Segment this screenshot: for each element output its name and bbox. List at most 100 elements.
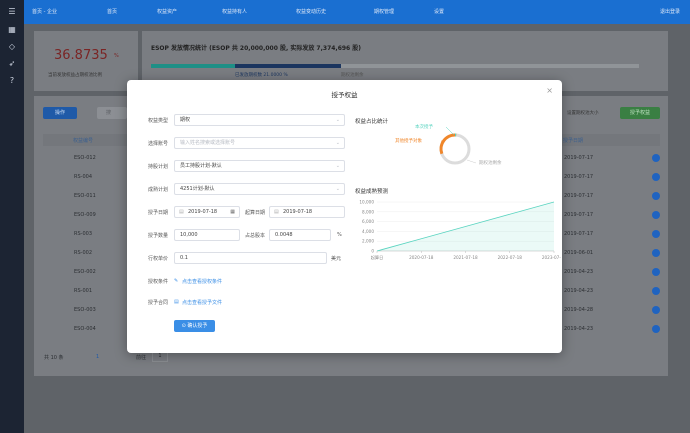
- grant-date-label: 授予日期: [148, 210, 169, 216]
- nav-assets[interactable]: 权益资产: [157, 8, 177, 15]
- row-action-icon[interactable]: [652, 325, 660, 333]
- nav-settings[interactable]: 设置: [434, 8, 444, 15]
- row-code: RS-002: [74, 250, 92, 256]
- row-action-icon[interactable]: [652, 211, 660, 219]
- vest-date-picker[interactable]: ▤ 2019-07-18: [269, 206, 345, 218]
- grant-qty-input[interactable]: 10,000: [174, 229, 240, 241]
- close-icon[interactable]: ×: [546, 86, 553, 95]
- ratio-unit: %: [114, 53, 119, 59]
- y-tick-label: 6,000: [362, 219, 374, 224]
- chevron-down-icon: ⌄: [335, 140, 340, 146]
- row-action-icon[interactable]: [652, 287, 660, 295]
- row-code: RS-004: [74, 174, 92, 180]
- menu-icon[interactable]: ☰: [7, 7, 17, 17]
- percent-input[interactable]: 0.0048: [269, 229, 331, 241]
- pie-slice-other: [439, 133, 457, 155]
- grid-icon[interactable]: ▦: [7, 25, 17, 35]
- help-icon[interactable]: ?: [7, 76, 17, 86]
- nav-options[interactable]: 期权管理: [374, 8, 394, 15]
- vest-date-value: 2019-07-18: [283, 209, 313, 215]
- row-code: ESO-009: [74, 212, 96, 218]
- esop-title: ESOP 发放情况统计 (ESOP 共 20,000,000 股, 实际发放 7…: [151, 45, 362, 52]
- chevron-down-icon: ⌄: [335, 186, 340, 192]
- pagination-total: 共 10 条: [44, 355, 64, 361]
- x-tick-label: 2023-07-18: [542, 255, 561, 260]
- pool-size-label[interactable]: 设置期权池大小: [567, 110, 599, 116]
- row-action-icon[interactable]: [652, 192, 660, 200]
- row-code: ESO-003: [74, 307, 96, 313]
- row-action-icon[interactable]: [652, 306, 660, 314]
- field-select[interactable]: 员工持股计划-默认 ⌄: [174, 160, 345, 172]
- row-date: 2019-07-17: [564, 231, 594, 237]
- nav-history[interactable]: 权益变动历史: [296, 8, 326, 15]
- calendar-icon: ▤: [274, 209, 279, 215]
- field-select[interactable]: 期权 ⌄: [174, 114, 345, 126]
- percent-label: 占总股本: [245, 233, 266, 239]
- search-input[interactable]: 搜: [97, 107, 127, 119]
- field-value: 员工持股计划-默认: [180, 163, 222, 169]
- pie-chart: [439, 126, 477, 165]
- pagination-page[interactable]: 1: [96, 354, 99, 360]
- contract-link[interactable]: 点击查看授予文件: [182, 299, 222, 306]
- calendar-grid-icon[interactable]: ▦: [230, 207, 235, 217]
- pie-label-remaining: 期权池剩余: [479, 161, 502, 166]
- row-date: 2019-04-23: [564, 269, 594, 275]
- action-button[interactable]: 操作: [43, 107, 77, 119]
- contract-label: 授予合同: [148, 300, 169, 306]
- line-chart-title: 权益成熟预测: [355, 189, 389, 195]
- row-action-icon[interactable]: [652, 268, 660, 276]
- logout-link[interactable]: 退出登录: [660, 8, 680, 15]
- terms-link[interactable]: 点击查看授权条件: [182, 278, 222, 285]
- sidebar: ☰ ▦ ◇ ➶ ?: [0, 0, 24, 433]
- row-code: ESO-004: [74, 326, 96, 332]
- x-tick-label: 2021-07-18: [453, 255, 478, 260]
- chevron-down-icon: ⌄: [335, 163, 340, 169]
- confirm-label: 确认授予: [187, 323, 208, 329]
- nav-holders[interactable]: 权益持有人: [222, 8, 247, 15]
- granted-label: 已发放期权数 21.0000 %: [235, 73, 288, 78]
- row-code: ESO-002: [74, 269, 96, 275]
- row-action-icon[interactable]: [652, 173, 660, 181]
- y-tick-label: 0: [371, 249, 374, 254]
- field-label: 持股计划: [148, 164, 169, 170]
- field-value: 输入姓名搜索或选择账号: [180, 140, 236, 146]
- confirm-grant-button[interactable]: ⊙ 确认授予: [174, 320, 215, 332]
- field-select[interactable]: 输入姓名搜索或选择账号 ⌄: [174, 137, 345, 149]
- check-icon: ⊙: [181, 323, 186, 329]
- chevron-down-icon: ⌄: [335, 117, 340, 123]
- bar-segment-2: [235, 64, 341, 68]
- row-date: 2019-04-23: [564, 326, 594, 332]
- percent-unit: %: [337, 232, 342, 238]
- send-icon[interactable]: ➶: [7, 59, 17, 69]
- row-code: RS-001: [74, 288, 92, 294]
- tag-icon[interactable]: ◇: [7, 42, 17, 52]
- price-unit: 美元: [331, 256, 342, 262]
- breadcrumb: 首页 - 企业: [32, 9, 57, 15]
- edit-icon[interactable]: ✎: [174, 278, 178, 284]
- y-tick-label: 10,000: [359, 200, 374, 205]
- pie-label-other: 其他授予对象: [395, 139, 422, 144]
- row-action-icon[interactable]: [652, 230, 660, 238]
- row-date: 2019-07-17: [564, 212, 594, 218]
- row-date: 2019-07-17: [564, 174, 594, 180]
- price-input[interactable]: 0.1: [174, 252, 327, 264]
- remaining-label: 期权池剩余: [341, 73, 364, 78]
- ratio-card: 36.8735 % 当前发放权益占期权池比例: [34, 31, 138, 91]
- row-action-icon[interactable]: [652, 249, 660, 257]
- row-code: ESO-012: [74, 155, 96, 161]
- pagination-goto: 前往: [136, 355, 147, 361]
- grant-date-picker[interactable]: ▤ 2019-07-18 ▦: [174, 206, 240, 218]
- field-label: 选择账号: [148, 141, 169, 147]
- row-date: 2019-04-23: [564, 288, 594, 294]
- field-select[interactable]: 4251计划-默认 ⌄: [174, 183, 345, 195]
- y-tick-label: 2,000: [362, 239, 374, 244]
- row-action-icon[interactable]: [652, 154, 660, 162]
- field-value: 4251计划-默认: [180, 186, 215, 192]
- dialog-title: 授予权益: [331, 91, 358, 99]
- calendar-icon: ▤: [179, 209, 184, 215]
- row-code: RS-003: [74, 231, 92, 237]
- nav-home[interactable]: 首页: [107, 8, 117, 15]
- y-tick-label: 4,000: [362, 229, 374, 234]
- document-icon[interactable]: ▤: [174, 299, 179, 305]
- grant-button[interactable]: 授予权益: [620, 107, 660, 119]
